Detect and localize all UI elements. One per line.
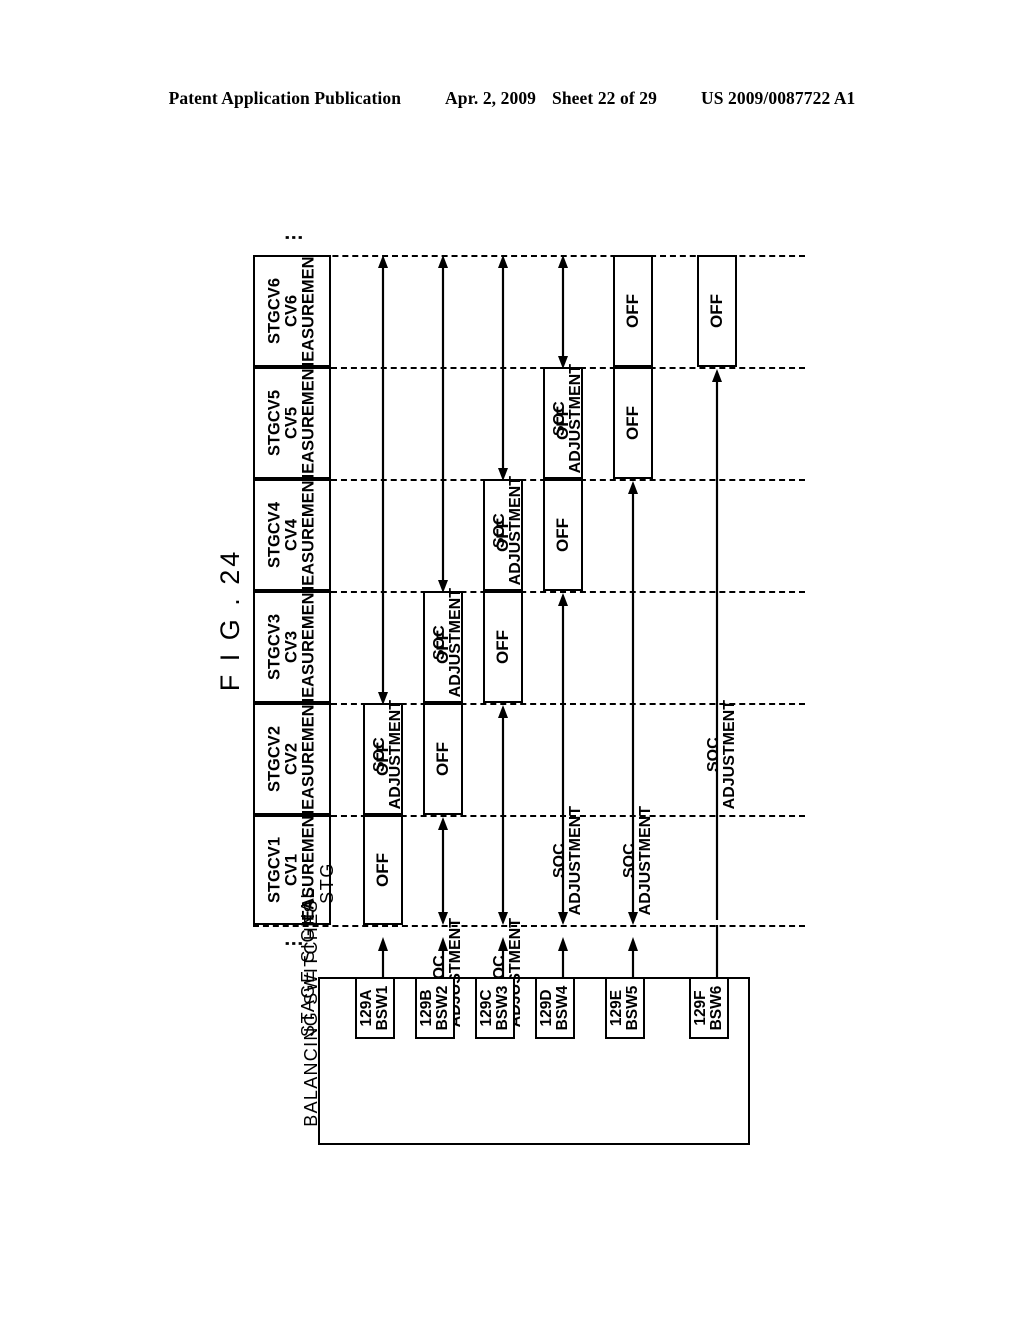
switch-ref: 129B [418, 989, 436, 1027]
soc-label-line2: ADJUSTMENT [567, 806, 584, 916]
soc-adjustment-label-bsw4-lower: SOC ADJUSTMENT [551, 806, 584, 916]
switch-name: BSW6 [708, 985, 725, 1031]
soc-adjustment-label-bsw4-upper: SOC ADJUSTMENT [551, 364, 584, 474]
soc-adjustment-arrow-bsw1 [375, 255, 391, 705]
soc-adjustment-label-bsw6: SOC ADJUSTMENT [705, 700, 738, 810]
off-label: OFF [707, 294, 726, 328]
switch-name: BSW1 [374, 985, 391, 1031]
bsw5-connector-arrow [625, 937, 641, 979]
switch-ref: 129A [358, 989, 376, 1027]
stage-cv: CV6 [282, 294, 301, 328]
soc-label-line2: ADJUSTMENT [387, 700, 404, 810]
switch-name: BSW3 [494, 985, 511, 1031]
soc-adjustment-arrow-bsw3-lower [495, 705, 511, 925]
off-block-bsw4-stgcv4: OFF [543, 479, 583, 591]
soc-label-line2: ADJUSTMENT [447, 588, 464, 698]
soc-label-line2: ADJUSTMENT [637, 806, 654, 916]
soc-adjustment-arrow-bsw2-lower [435, 817, 451, 925]
soc-label-line1: SOC [431, 625, 448, 661]
stage-cv: CV5 [282, 406, 301, 440]
switch-ref: 129F [692, 990, 710, 1026]
soc-adjustment-arrow-bsw4-upper [555, 255, 571, 369]
soc-adjustment-label-bsw3-upper: SOC ADJUSTMENT [491, 476, 524, 586]
stage-header-stgcv2: STGCV2 CV2 MEASUREMENT [253, 703, 331, 815]
stage-id: STGCV3 [265, 613, 284, 681]
soc-adjustment-arrow-bsw2-upper [435, 255, 451, 593]
switch-name: BSW4 [554, 985, 571, 1031]
stage-cv: CV4 [282, 518, 301, 552]
off-label: OFF [623, 406, 642, 440]
bsw4-connector-arrow [555, 937, 571, 979]
stage-cv: CV2 [282, 742, 301, 776]
stage-action: MEASUREMENT [299, 367, 318, 479]
stage-header-stgcv3: STGCV3 CV3 MEASUREMENT [253, 591, 331, 703]
switch-box-bsw3[interactable]: 129C BSW3 [475, 977, 515, 1039]
switch-ref: 129E [608, 989, 626, 1027]
off-label: OFF [493, 630, 512, 664]
stage-action: MEASUREMENT [299, 591, 318, 703]
stage-cv: CV3 [282, 630, 301, 664]
off-block-bsw6-stgcv6: OFF [697, 255, 737, 367]
stage-header-stgcv5: STGCV5 CV5 MEASUREMENT [253, 367, 331, 479]
soc-label-line2: ADJUSTMENT [507, 476, 524, 586]
stage-id: STGCV4 [265, 501, 284, 569]
figure-24: F I G . 24 ⋮ ⋮ STGCV6 CV6 MEASUREMENT ST… [0, 0, 1024, 1320]
off-block-bsw5-stgcv6: OFF [613, 255, 653, 367]
stage-id: STGCV6 [265, 277, 284, 345]
stage-id: STGCV1 [265, 836, 284, 904]
off-label: OFF [373, 853, 392, 887]
off-label: OFF [553, 518, 572, 552]
bsw3-connector-arrow [495, 937, 511, 979]
figure-caption: F I G . 24 [214, 548, 245, 692]
switch-box-bsw5[interactable]: 129E BSW5 [605, 977, 645, 1039]
off-block-bsw2-stgcv2: OFF [423, 703, 463, 815]
soc-label-line1: SOC [705, 737, 722, 773]
soc-label-line1: SOC [491, 513, 508, 549]
switch-name: BSW2 [434, 985, 451, 1031]
soc-adjustment-arrow-bsw3-upper [495, 255, 511, 481]
switch-name: BSW5 [624, 985, 641, 1031]
soc-label-line2: ADJUSTMENT [721, 700, 738, 810]
off-block-bsw5-stgcv5: OFF [613, 367, 653, 479]
soc-label-line1: SOC [621, 843, 638, 879]
stage-action: MEASUREMENT [299, 479, 318, 591]
soc-adjustment-label-bsw5: SOC ADJUSTMENT [621, 806, 654, 916]
off-block-bsw3-stgcv3: OFF [483, 591, 523, 703]
soc-label-line1: SOC [371, 737, 388, 773]
off-label: OFF [623, 294, 642, 328]
soc-adjustment-label-bsw2-upper: SOC ADJUSTMENT [431, 588, 464, 698]
bsw2-connector-arrow [435, 937, 451, 979]
stage-action: MEASUREMENT [299, 255, 318, 367]
soc-label-line2: ADJUSTMENT [567, 364, 584, 474]
switch-ref: 129C [478, 989, 496, 1027]
off-block-bsw1-stgcv1: OFF [363, 815, 403, 925]
soc-adjustment-label-bsw1: SOC ADJUSTMENT [371, 700, 404, 810]
soc-label-line1: SOC [551, 401, 568, 437]
soc-adjustment-arrow-bsw6 [709, 369, 725, 925]
stage-id: STGCV5 [265, 389, 284, 457]
soc-label-line1: SOC [551, 843, 568, 879]
switch-box-bsw1[interactable]: 129A BSW1 [355, 977, 395, 1039]
switch-box-bsw4[interactable]: 129D BSW4 [535, 977, 575, 1039]
off-label: OFF [433, 742, 452, 776]
switch-box-bsw2[interactable]: 129B BSW2 [415, 977, 455, 1039]
switch-ref: 129D [538, 989, 556, 1027]
stage-header-stgcv4: STGCV4 CV4 MEASUREMENT [253, 479, 331, 591]
stage-header-stgcv6: STGCV6 CV6 MEASUREMENT [253, 255, 331, 367]
bsw6-connector-line [709, 925, 725, 979]
stage-action: MEASUREMENT [299, 703, 318, 815]
bsw1-connector-arrow [375, 937, 391, 979]
ellipsis-top-icon: ⋮ [282, 228, 304, 247]
switch-box-bsw6[interactable]: 129F BSW6 [689, 977, 729, 1039]
stage-id: STGCV2 [265, 725, 284, 793]
